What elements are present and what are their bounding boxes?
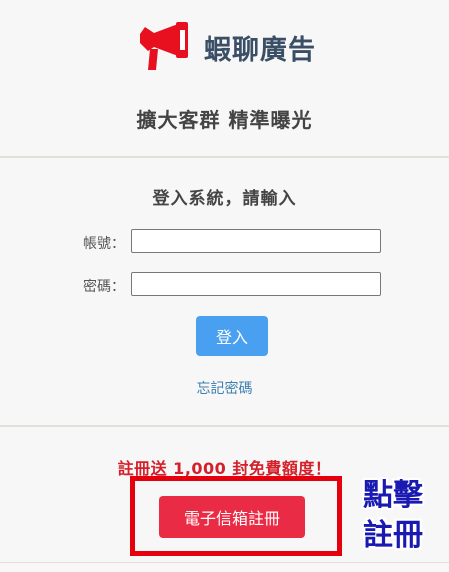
brand-header: 蝦聊廣告 擴大客群 精準曝光 [0,0,449,156]
email-register-button[interactable]: 電子信箱註冊 [159,496,305,538]
section-divider [0,156,449,158]
brand-slogan: 擴大客群 精準曝光 [136,108,313,132]
section-divider [0,425,449,427]
password-input[interactable] [131,272,381,296]
login-button[interactable]: 登入 [196,316,268,356]
annotation-line-2: 註冊 [363,518,423,553]
brand-name: 蝦聊廣告 [204,35,316,66]
account-input[interactable] [131,229,381,253]
section-divider [0,562,449,563]
account-label: 帳號： [83,236,125,252]
megaphone-icon [140,22,188,70]
login-page: 蝦聊廣告 擴大客群 精準曝光 登入系統，請輸入 帳號： 密碼： 登入 忘記密碼 … [0,0,449,572]
forgot-password-link[interactable]: 忘記密碼 [0,378,449,398]
annotation-line-1: 點擊 [363,478,423,513]
login-title: 登入系統，請輸入 [152,189,297,209]
password-label: 密碼： [83,279,125,295]
click-register-annotation: 點擊 註冊 [357,476,429,556]
